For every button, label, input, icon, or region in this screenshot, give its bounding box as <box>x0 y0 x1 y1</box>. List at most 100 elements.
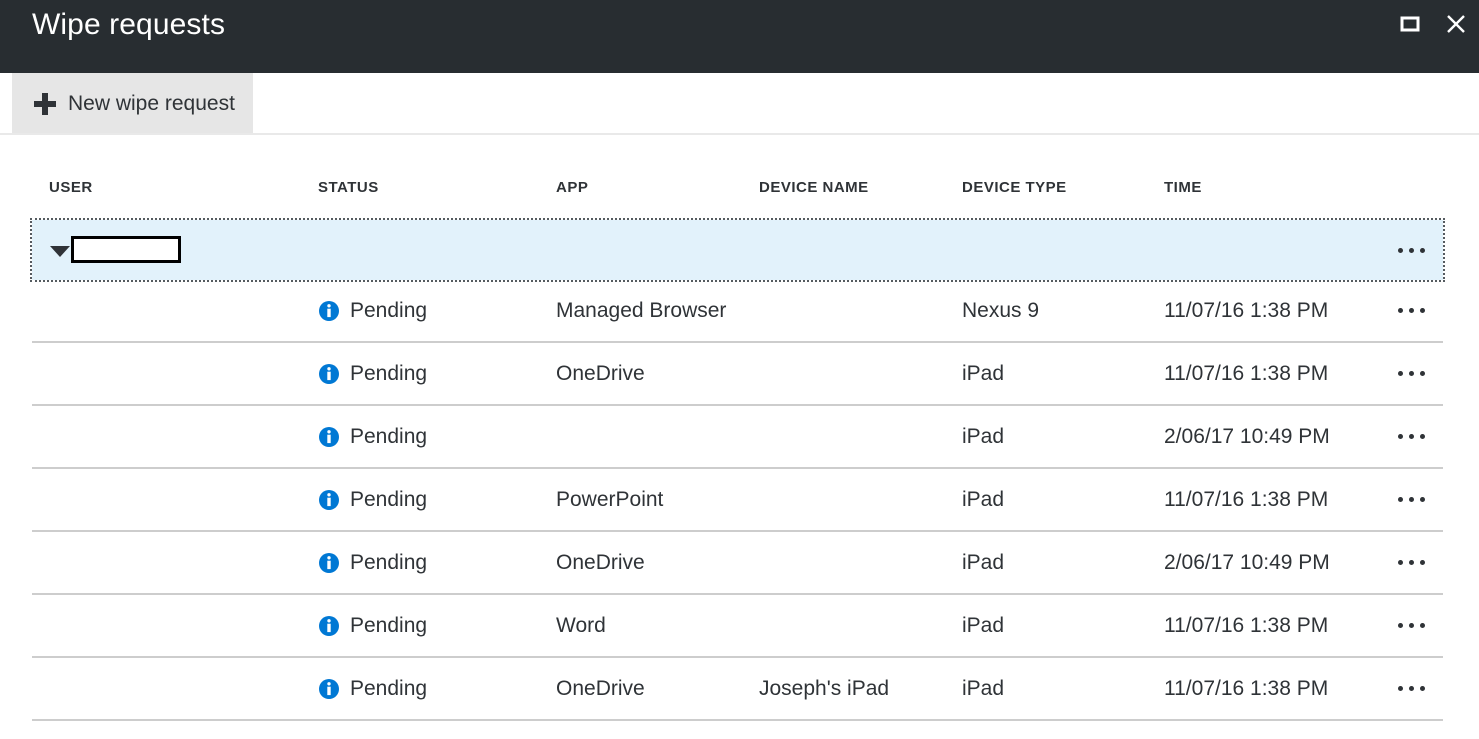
row-context-menu-button[interactable] <box>1393 549 1429 577</box>
cell-app: OneDrive <box>556 362 645 386</box>
cell-device-type: iPad <box>962 614 1004 638</box>
row-context-menu-button[interactable] <box>1393 675 1429 703</box>
table-body: Pending Managed Browser Nexus 9 11/07/16 1:… <box>0 280 1479 721</box>
info-icon <box>318 300 340 322</box>
cell-device-type: iPad <box>962 425 1004 449</box>
ellipsis-dot <box>1409 308 1414 313</box>
ellipsis-dot <box>1409 434 1414 439</box>
cell-device-name: Joseph's iPad <box>759 677 889 701</box>
new-wipe-request-label: New wipe request <box>68 92 235 116</box>
column-header-status[interactable]: STATUS <box>318 179 379 196</box>
status-label: Pending <box>350 425 427 449</box>
table-row[interactable]: Pending Word iPad 11/07/16 1:38 PM <box>32 595 1443 658</box>
info-icon <box>318 489 340 511</box>
cell-status: Pending <box>318 299 427 323</box>
ellipsis-dot <box>1409 560 1414 565</box>
row-context-menu-button[interactable] <box>1393 297 1429 325</box>
cell-time: 11/07/16 1:38 PM <box>1164 488 1328 512</box>
cell-app: OneDrive <box>556 551 645 575</box>
ellipsis-dot <box>1409 686 1414 691</box>
table-group-row-selected[interactable] <box>32 220 1443 280</box>
cell-status: Pending <box>318 488 427 512</box>
ellipsis-dot <box>1398 560 1403 565</box>
ellipsis-dot <box>1420 371 1425 376</box>
ellipsis-dot <box>1420 560 1425 565</box>
cell-status: Pending <box>318 677 427 701</box>
row-context-menu-button[interactable] <box>1393 486 1429 514</box>
cell-app: Managed Browser <box>556 299 726 323</box>
new-wipe-request-button[interactable]: New wipe request <box>12 73 253 134</box>
cell-time: 2/06/17 10:49 PM <box>1164 425 1330 449</box>
cell-app: OneDrive <box>556 677 645 701</box>
ellipsis-dot <box>1398 623 1403 628</box>
status-label: Pending <box>350 488 427 512</box>
column-header-device-name[interactable]: DEVICE NAME <box>759 179 869 196</box>
ellipsis-dot <box>1420 434 1425 439</box>
row-context-menu-button[interactable] <box>1393 360 1429 388</box>
status-label: Pending <box>350 551 427 575</box>
status-label: Pending <box>350 299 427 323</box>
ellipsis-dot <box>1409 497 1414 502</box>
table-row[interactable]: Pending OneDrive iPad 11/07/16 1:38 PM <box>32 343 1443 406</box>
info-icon <box>318 363 340 385</box>
status-label: Pending <box>350 362 427 386</box>
info-icon <box>318 426 340 448</box>
cell-time: 11/07/16 1:38 PM <box>1164 677 1328 701</box>
restore-window-icon <box>1398 12 1422 36</box>
ellipsis-dot <box>1398 308 1403 313</box>
column-header-app[interactable]: APP <box>556 179 588 196</box>
redacted-user-value <box>71 236 181 263</box>
chevron-down-icon[interactable] <box>50 246 70 257</box>
cell-app: Word <box>556 614 606 638</box>
ellipsis-dot <box>1420 623 1425 628</box>
cell-status: Pending <box>318 425 427 449</box>
ellipsis-dot <box>1420 497 1425 502</box>
ellipsis-dot <box>1398 434 1403 439</box>
window-titlebar: Wipe requests <box>0 0 1479 73</box>
ellipsis-dot <box>1398 248 1403 253</box>
column-header-device-type[interactable]: DEVICE TYPE <box>962 179 1067 196</box>
column-header-time[interactable]: TIME <box>1164 179 1202 196</box>
info-icon <box>318 678 340 700</box>
table-row[interactable]: Pending iPad 2/06/17 10:49 PM <box>32 406 1443 469</box>
row-context-menu-button[interactable] <box>1393 423 1429 451</box>
ellipsis-dot <box>1420 308 1425 313</box>
info-icon <box>318 552 340 574</box>
row-context-menu-button[interactable] <box>1393 612 1429 640</box>
cell-device-type: iPad <box>962 551 1004 575</box>
status-label: Pending <box>350 614 427 638</box>
table-header-row: USER STATUS APP DEVICE NAME DEVICE TYPE … <box>0 135 1479 220</box>
column-header-user[interactable]: USER <box>49 179 93 196</box>
cell-device-type: iPad <box>962 488 1004 512</box>
close-icon <box>1443 11 1469 37</box>
cell-device-type: Nexus 9 <box>962 299 1039 323</box>
restore-window-button[interactable] <box>1387 1 1433 47</box>
cell-time: 11/07/16 1:38 PM <box>1164 362 1328 386</box>
ellipsis-dot <box>1398 497 1403 502</box>
row-context-menu-button[interactable] <box>1393 236 1429 264</box>
ellipsis-dot <box>1409 248 1414 253</box>
close-button[interactable] <box>1433 1 1479 47</box>
page-title: Wipe requests <box>32 8 225 42</box>
cell-time: 11/07/16 1:38 PM <box>1164 299 1328 323</box>
command-toolbar: New wipe request <box>0 73 1479 134</box>
cell-device-type: iPad <box>962 362 1004 386</box>
status-label: Pending <box>350 677 427 701</box>
ellipsis-dot <box>1420 686 1425 691</box>
cell-status: Pending <box>318 551 427 575</box>
table-row[interactable]: PendingOneDriveJoseph's iPadiPad11/07/16… <box>32 658 1443 721</box>
ellipsis-dot <box>1398 686 1403 691</box>
cell-status: Pending <box>318 614 427 638</box>
info-icon <box>318 615 340 637</box>
cell-app: PowerPoint <box>556 488 663 512</box>
cell-status: Pending <box>318 362 427 386</box>
plus-icon <box>34 93 56 115</box>
cell-time: 2/06/17 10:49 PM <box>1164 551 1330 575</box>
wipe-requests-table: USER STATUS APP DEVICE NAME DEVICE TYPE … <box>0 135 1479 721</box>
cell-time: 11/07/16 1:38 PM <box>1164 614 1328 638</box>
table-row[interactable]: Pending PowerPoint iPad 11/07/16 1:38 PM <box>32 469 1443 532</box>
window-controls <box>1387 0 1479 48</box>
table-row[interactable]: Pending OneDrive iPad 2/06/17 10:49 PM <box>32 532 1443 595</box>
ellipsis-dot <box>1409 623 1414 628</box>
table-row[interactable]: Pending Managed Browser Nexus 9 11/07/16 1:… <box>32 280 1443 343</box>
